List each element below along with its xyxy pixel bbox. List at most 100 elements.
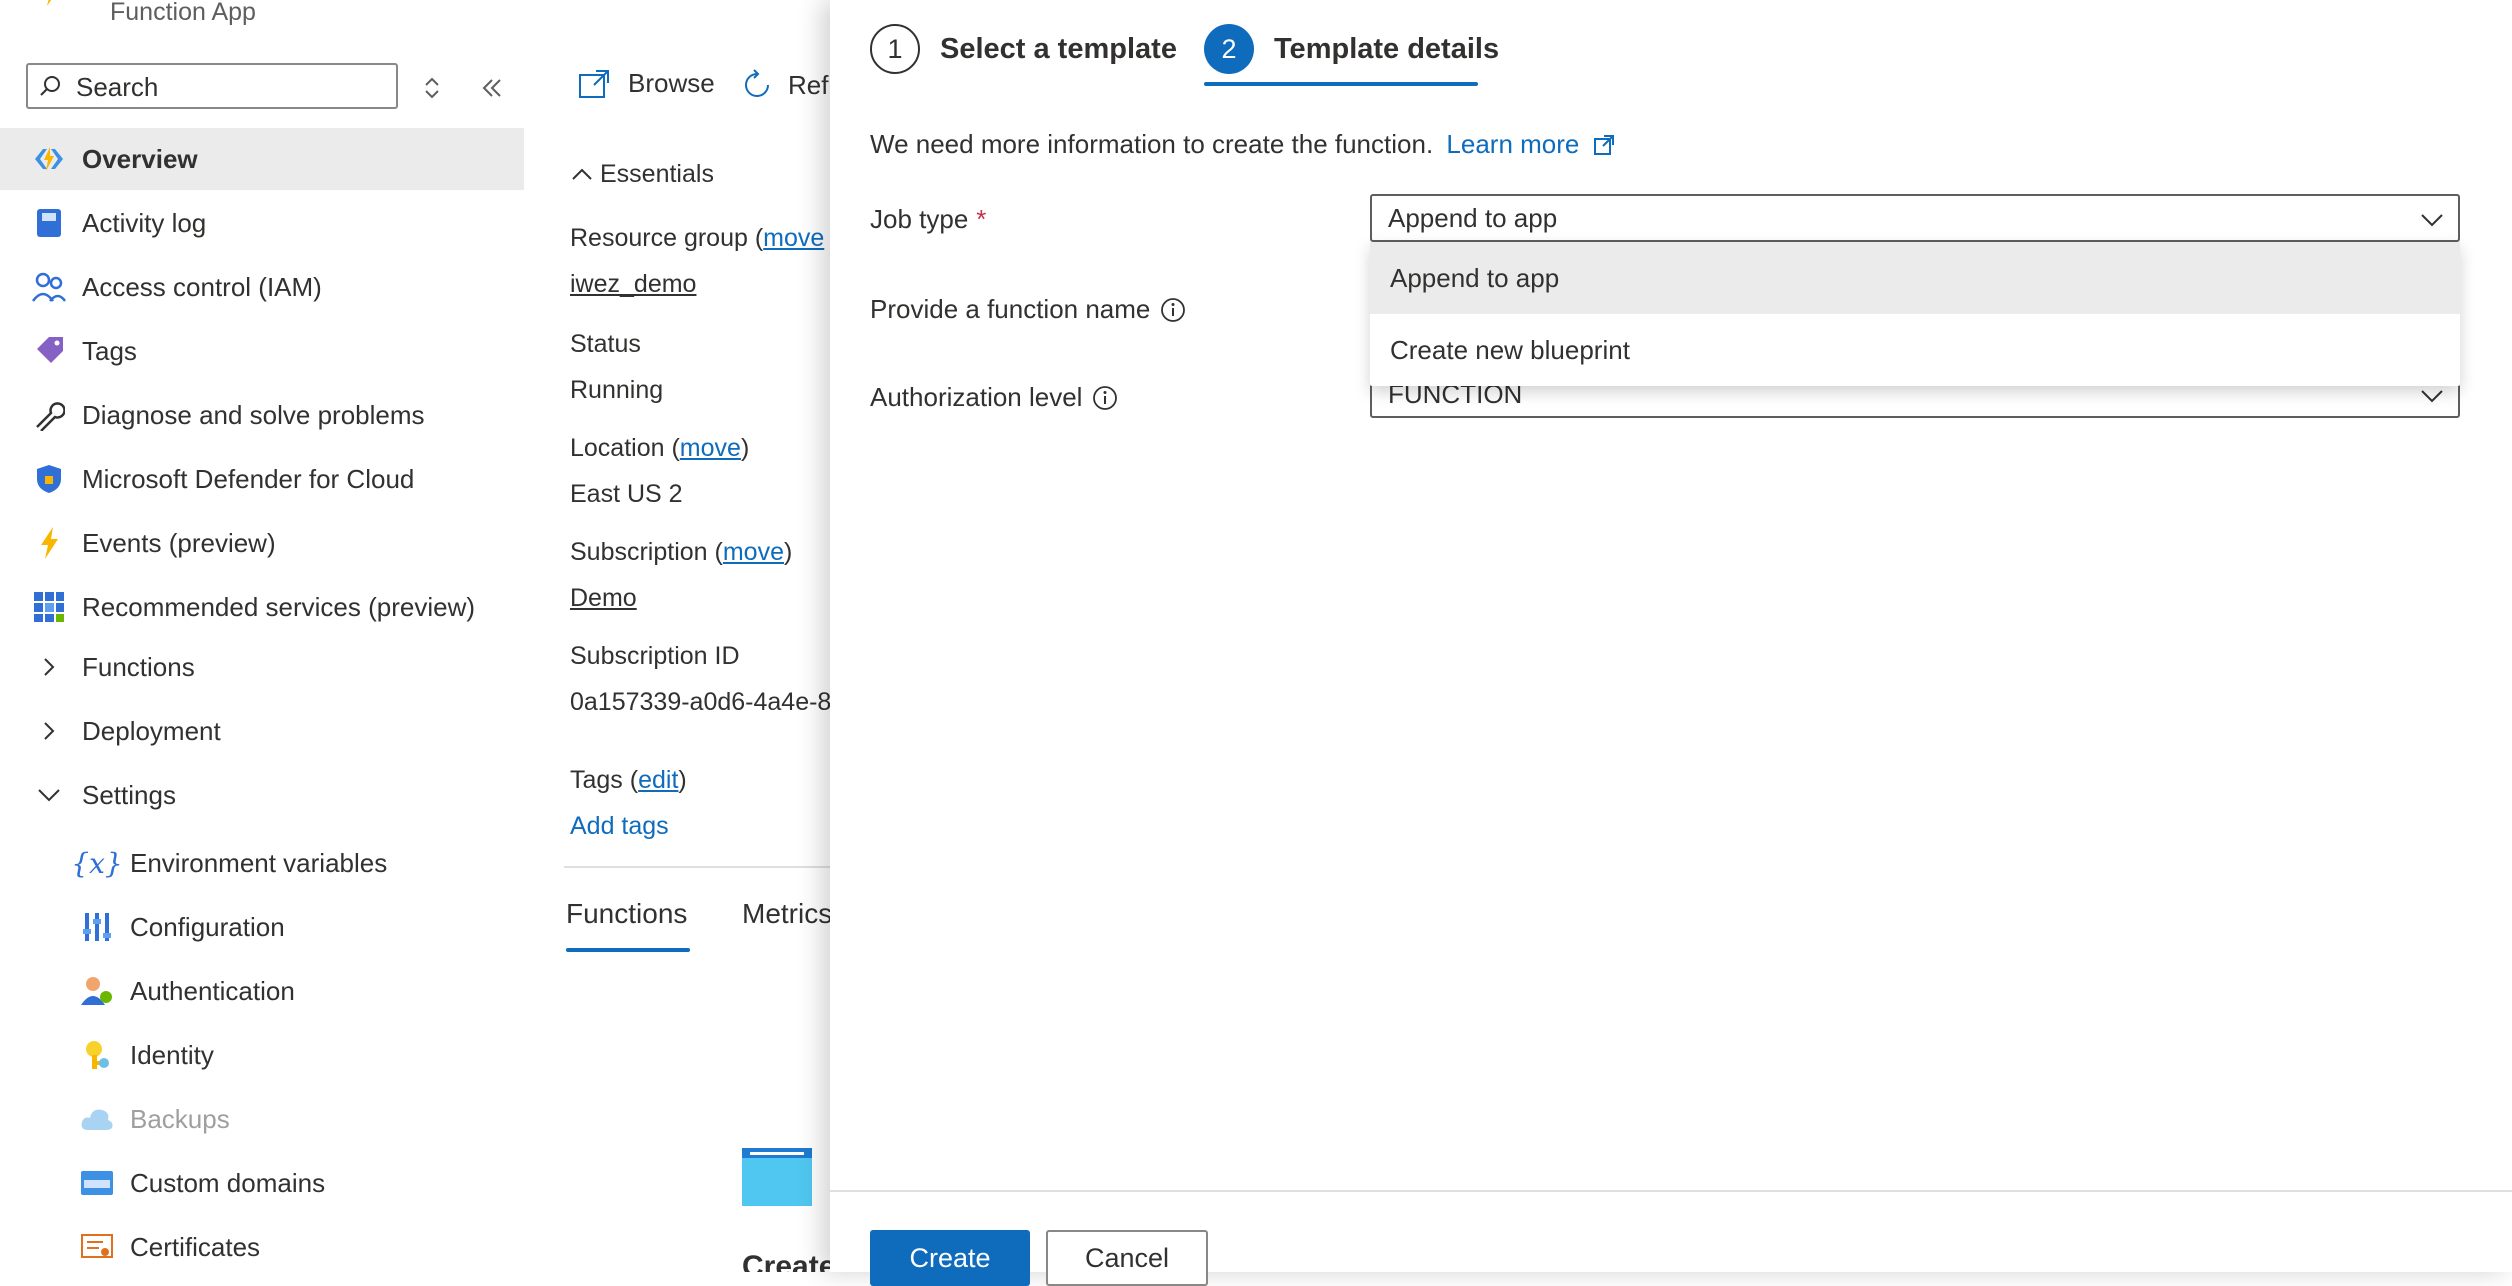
- menu-search-box[interactable]: [26, 63, 398, 109]
- cancel-button[interactable]: Cancel: [1046, 1230, 1208, 1286]
- nav-item-environment-variables[interactable]: {𝑥} Environment variables: [0, 832, 524, 894]
- location-close: ): [740, 434, 750, 462]
- resource-group-text: Resource group (: [570, 224, 764, 252]
- nav-item-certificates[interactable]: Certificates: [0, 1216, 524, 1278]
- certificate-icon: [80, 1230, 114, 1264]
- variable-icon: {𝑥}: [71, 846, 123, 880]
- nav-item-configuration[interactable]: Configuration: [0, 896, 524, 958]
- job-type-options-menu: Append to app Create new blueprint: [1370, 242, 2460, 386]
- nav-item-activity-log[interactable]: Activity log: [0, 192, 524, 254]
- divider: [564, 866, 830, 868]
- configuration-icon: [80, 910, 114, 944]
- option-append-to-app[interactable]: Append to app: [1370, 242, 2460, 314]
- subscription-move-link[interactable]: move: [723, 538, 784, 566]
- essentials-toggle[interactable]: Essentials: [570, 160, 714, 189]
- nav-item-label: Activity log: [82, 207, 207, 238]
- nav-item-custom-domains[interactable]: Custom domains: [0, 1152, 524, 1214]
- add-tags-link[interactable]: Add tags: [570, 812, 669, 841]
- lightning-icon: [32, 526, 66, 560]
- nav-item-events[interactable]: Events (preview): [0, 512, 524, 574]
- resource-menu: Function App Overview Activity log Acces…: [0, 0, 524, 1272]
- nav-item-label: Custom domains: [130, 1167, 326, 1198]
- info-icon[interactable]: [1160, 297, 1186, 323]
- nav-item-label: Settings: [82, 779, 176, 810]
- nav-item-diagnose[interactable]: Diagnose and solve problems: [0, 384, 524, 446]
- chevron-down-icon: [2421, 390, 2443, 403]
- learn-more-link[interactable]: Learn more: [1446, 129, 1614, 159]
- authorization-level-label: Authorization level: [870, 382, 1118, 413]
- function-name-label: Provide a function name: [870, 294, 1186, 325]
- refresh-icon: [745, 69, 769, 97]
- nav-item-label: Identity: [130, 1039, 214, 1070]
- active-step-indicator: [1204, 82, 1478, 86]
- location-label: Location (move): [570, 434, 749, 463]
- nav-item-recommended-services[interactable]: Recommended services (preview): [0, 576, 524, 638]
- nav-item-backups[interactable]: Backups: [0, 1088, 524, 1150]
- cloud-icon: [80, 1102, 114, 1136]
- tag-icon: [32, 334, 66, 368]
- subscription-value[interactable]: Demo: [570, 584, 637, 613]
- create-function-heading: Create: [742, 1250, 830, 1272]
- nav-group-settings[interactable]: Settings: [0, 764, 524, 826]
- subscription-label: Subscription (move): [570, 538, 792, 567]
- expand-collapse-icon[interactable]: [414, 70, 450, 106]
- job-type-text: Job type: [870, 204, 969, 234]
- required-marker: *: [976, 204, 987, 234]
- nav-group-deployment[interactable]: Deployment: [0, 700, 524, 762]
- subscription-id-label: Subscription ID: [570, 642, 740, 670]
- nav-item-label: Tags: [82, 335, 137, 366]
- function-name-text: Provide a function name: [870, 294, 1151, 324]
- nav-item-label: Certificates: [130, 1231, 261, 1262]
- menu-search-input[interactable]: [74, 71, 378, 103]
- window-illustration-icon: [742, 1148, 812, 1206]
- resource-group-move-link[interactable]: move: [763, 224, 824, 252]
- tab-metrics[interactable]: Metrics: [742, 898, 830, 930]
- step-select-template[interactable]: 1 Select a template: [870, 24, 1177, 74]
- active-tab-indicator: [566, 948, 690, 952]
- overview-content: Browse Refr Essentials Resource group (m…: [524, 0, 830, 1272]
- nav-item-defender[interactable]: Microsoft Defender for Cloud: [0, 448, 524, 510]
- resource-group-value[interactable]: iwez_demo: [570, 270, 696, 299]
- step-label: Template details: [1274, 32, 1500, 65]
- option-label: Create new blueprint: [1390, 334, 1630, 365]
- nav-item-label: Environment variables: [130, 847, 388, 878]
- location-value: East US 2: [570, 480, 683, 508]
- job-type-dropdown[interactable]: Append to app: [1370, 194, 2460, 242]
- option-label: Append to app: [1390, 262, 1560, 293]
- nav-item-label: Access control (IAM): [82, 271, 322, 302]
- grid-icon: [32, 590, 66, 624]
- subscription-id-value: 0a157339-a0d6-4a4e-8: [570, 688, 830, 716]
- option-create-new-blueprint[interactable]: Create new blueprint: [1370, 314, 2460, 386]
- nav-item-label: Microsoft Defender for Cloud: [82, 463, 415, 494]
- nav-item-label: Configuration: [130, 911, 285, 942]
- www-icon: [80, 1166, 114, 1200]
- chevron-right-icon: [32, 714, 66, 748]
- location-move-link[interactable]: move: [680, 434, 741, 462]
- nav-item-identity[interactable]: Identity: [0, 1024, 524, 1086]
- nav-item-overview[interactable]: Overview: [0, 128, 524, 190]
- nav-item-access-control[interactable]: Access control (IAM): [0, 256, 524, 318]
- nav-item-tags[interactable]: Tags: [0, 320, 524, 382]
- chevron-up-icon: [572, 168, 592, 180]
- job-type-label: Job type *: [870, 204, 986, 235]
- nav-group-functions[interactable]: Functions: [0, 636, 524, 698]
- nav-item-label: Authentication: [130, 975, 295, 1006]
- refresh-button[interactable]: Refr: [740, 68, 830, 102]
- intro-text: We need more information to create the f…: [870, 129, 1615, 160]
- learn-more-label: Learn more: [1446, 129, 1580, 159]
- nav-item-label: Backups: [130, 1103, 230, 1134]
- key-icon: [80, 1038, 114, 1072]
- step-template-details[interactable]: 2 Template details: [1204, 24, 1499, 74]
- create-button[interactable]: Create: [870, 1230, 1030, 1286]
- browse-button[interactable]: Browse: [578, 68, 715, 99]
- tags-close: ): [678, 766, 687, 794]
- tab-functions[interactable]: Functions: [566, 898, 687, 930]
- function-app-icon: [32, 142, 66, 176]
- tags-edit-link[interactable]: edit: [638, 766, 678, 794]
- nav-item-label: Diagnose and solve problems: [82, 399, 425, 430]
- nav-item-authentication[interactable]: Authentication: [0, 960, 524, 1022]
- collapse-menu-icon[interactable]: [474, 70, 510, 106]
- job-type-value: Append to app: [1388, 203, 1558, 233]
- info-icon[interactable]: [1092, 385, 1118, 411]
- chevron-down-icon: [2421, 214, 2443, 227]
